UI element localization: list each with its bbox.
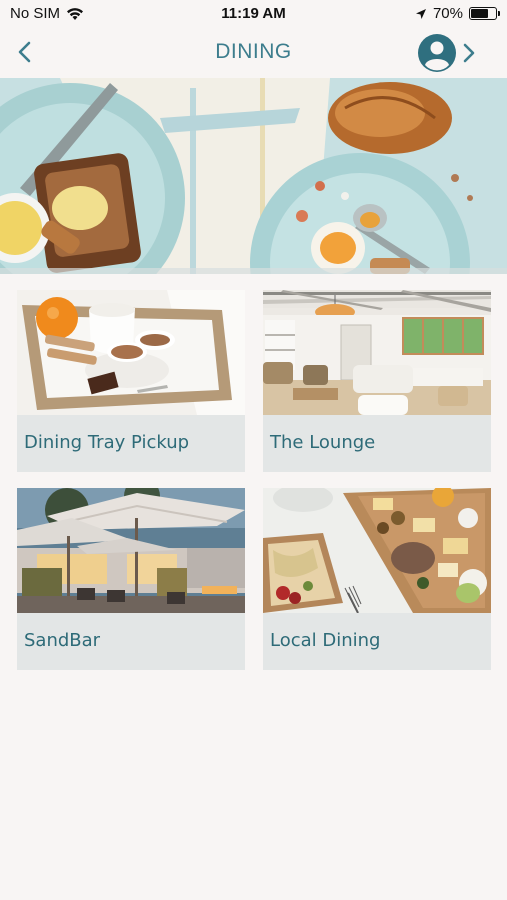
lounge-interior-photo — [263, 290, 491, 415]
card-label: The Lounge — [270, 432, 376, 453]
card-local-dining[interactable]: Local Dining — [263, 488, 491, 670]
battery-percent: 70% — [432, 5, 463, 22]
status-right: 70% — [415, 5, 500, 22]
hero-breakfast-image — [0, 78, 507, 274]
battery-icon — [469, 7, 500, 20]
card-the-lounge[interactable]: The Lounge — [263, 290, 491, 472]
battery-fill — [471, 9, 489, 18]
cheese-board-photo — [263, 488, 491, 613]
breakfast-tray-photo — [17, 290, 245, 415]
user-circle-icon — [418, 34, 456, 72]
account-button[interactable] — [417, 32, 487, 74]
card-label: Local Dining — [270, 630, 381, 651]
card-label: Dining Tray Pickup — [24, 432, 190, 453]
location-arrow-icon — [415, 8, 426, 19]
outdoor-patio-umbrellas-photo — [17, 488, 245, 613]
card-sandbar[interactable]: SandBar — [17, 488, 245, 670]
nav-bar: DINING — [0, 28, 507, 78]
card-dining-tray-pickup[interactable]: Dining Tray Pickup — [17, 290, 245, 472]
status-bar: No SIM 11:19 AM 70% — [0, 0, 507, 28]
card-label: SandBar — [24, 630, 101, 651]
chevron-right-icon — [463, 43, 475, 63]
